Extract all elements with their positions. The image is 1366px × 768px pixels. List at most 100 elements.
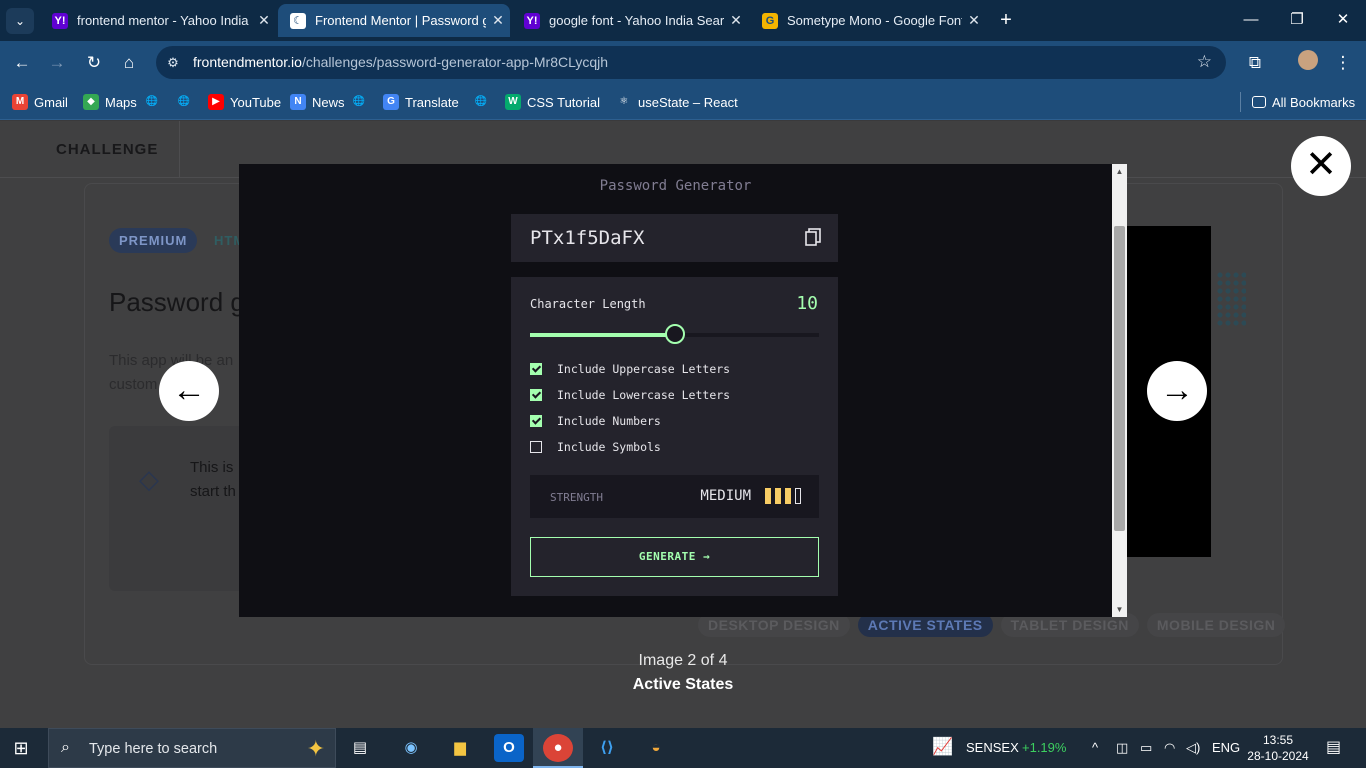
show-hidden-icons-chevron-icon[interactable]: ^ [1092, 740, 1098, 755]
checkbox[interactable] [530, 363, 542, 375]
scroll-down-icon[interactable]: ▼ [1112, 602, 1127, 617]
bookmark-star-icon[interactable]: ☆ [1197, 52, 1212, 72]
system-clock[interactable]: 13:55 28-10-2024 [1240, 732, 1316, 764]
browser-tab[interactable]: Y! frontend mentor - Yahoo India S ✕ [40, 4, 276, 37]
length-slider[interactable] [530, 324, 819, 344]
extensions-puzzle-icon[interactable]: ⧉ [1242, 50, 1268, 76]
stock-chart-icon[interactable]: 📈 [932, 737, 953, 757]
windows-start-icon[interactable]: ⊞ [10, 738, 32, 758]
option-numbers[interactable]: Include Numbers [530, 413, 661, 429]
outlook-icon[interactable]: O [494, 734, 524, 762]
next-image-arrow-icon[interactable]: → [1147, 361, 1207, 421]
bookmark-item[interactable]: 🌐 [351, 92, 373, 112]
option-symbols[interactable]: Include Symbols [530, 439, 661, 455]
scrollbar-thumb[interactable] [1114, 226, 1125, 531]
bookmarks-divider [1240, 92, 1241, 112]
option-lowercase[interactable]: Include Lowercase Letters [530, 387, 730, 403]
new-tab-plus-icon[interactable]: + [994, 9, 1018, 33]
restore-icon[interactable]: ❐ [1274, 8, 1320, 32]
diamond-icon: ◇ [139, 464, 159, 494]
browser-tab-active[interactable]: ☾ Frontend Mentor | Password ge ✕ [278, 4, 510, 37]
close-tab-icon[interactable]: ✕ [486, 12, 510, 29]
vscode-icon[interactable]: ⟨⟩ [592, 734, 622, 762]
strength-value: MEDIUM [700, 488, 751, 504]
generated-password: PTx1f5DaFX [530, 227, 645, 249]
battery-icon[interactable]: ▭ [1140, 740, 1152, 756]
generate-button[interactable]: GENERATE → [530, 537, 819, 577]
bookmark-item[interactable]: ◆ Maps [83, 92, 137, 112]
password-display: PTx1f5DaFX [511, 214, 838, 262]
bookmark-item[interactable]: ⚛ useState – React [616, 92, 738, 112]
tab-title: frontend mentor - Yahoo India S [77, 13, 252, 28]
bookmark-item[interactable]: ▶ YouTube [208, 92, 281, 112]
chrome-menu-icon[interactable]: ⋮ [1330, 50, 1356, 76]
slider-thumb[interactable] [664, 324, 685, 344]
close-lightbox-icon[interactable]: ✕ [1291, 136, 1351, 196]
copy-icon[interactable] [805, 228, 821, 246]
bookmark-label: useState – React [638, 94, 738, 110]
close-tab-icon[interactable]: ✕ [724, 12, 748, 29]
checkbox[interactable] [530, 389, 542, 401]
lightbox-scrollbar[interactable]: ▲ ▼ [1112, 164, 1127, 617]
bookmark-label: News [312, 94, 345, 110]
bookmark-label: Maps [105, 94, 137, 110]
chrome-taskbar-active[interactable]: ● [533, 728, 583, 768]
back-arrow-icon[interactable]: ← [9, 50, 35, 76]
url-text: frontendmentor.io/challenges/password-ge… [193, 54, 608, 70]
meet-now-icon[interactable]: ◫ [1116, 740, 1128, 756]
close-tab-icon[interactable]: ✕ [252, 12, 276, 29]
bookmark-favicon-icon: ▶ [208, 94, 224, 110]
volume-icon[interactable]: ◁) [1186, 740, 1200, 756]
home-icon[interactable]: ⌂ [116, 50, 142, 76]
strength-bar [795, 488, 801, 504]
window-close-icon[interactable]: ✕ [1320, 8, 1366, 32]
previous-image-arrow-icon[interactable]: ← [159, 361, 219, 421]
bookmark-label: Gmail [34, 94, 68, 110]
search-placeholder: Type here to search [89, 741, 218, 757]
bookmark-item[interactable]: N News [290, 92, 345, 112]
notifications-icon[interactable]: ▤ [1326, 737, 1341, 757]
sensex-label[interactable]: SENSEX [966, 740, 1019, 755]
reload-icon[interactable]: ↻ [81, 50, 107, 76]
browser-tab[interactable]: G Sometype Mono - Google Fonts ✕ [750, 4, 986, 37]
bookmark-item[interactable]: M Gmail [12, 92, 68, 112]
browser-tab-strip: ⌄ Y! frontend mentor - Yahoo India S ✕ ☾… [0, 0, 1366, 41]
bookmark-item[interactable]: W CSS Tutorial [505, 92, 600, 112]
copilot-icon[interactable]: ◉ [396, 734, 426, 762]
forward-arrow-icon[interactable]: → [44, 50, 70, 76]
task-view-icon[interactable]: ▤ [345, 734, 375, 762]
search-icon: ⌕ [61, 739, 70, 756]
checkbox[interactable] [530, 415, 542, 427]
bookmark-favicon-icon: 🌐 [473, 94, 489, 110]
bookmark-item[interactable]: G Translate [383, 92, 459, 112]
app-icon[interactable]: ◒ [641, 734, 671, 762]
bookmark-item[interactable]: 🌐 [144, 92, 166, 112]
site-settings-icon[interactable]: ⚙ [164, 54, 182, 72]
taskbar-search[interactable]: ⌕ Type here to search ✦ [48, 728, 336, 768]
profile-avatar[interactable] [1295, 50, 1321, 76]
checkbox[interactable] [530, 441, 542, 453]
file-explorer-icon[interactable]: ▆ [445, 734, 475, 762]
bookmark-item[interactable]: 🌐 [176, 92, 198, 112]
wifi-icon[interactable]: ◠ [1164, 740, 1175, 756]
design-tab-mobile[interactable]: MOBILE DESIGN [1146, 613, 1286, 637]
character-length-label: Character Length [530, 297, 646, 311]
bookmark-favicon-icon: 🌐 [176, 94, 192, 110]
bookmark-label: CSS Tutorial [527, 94, 600, 110]
yahoo-favicon-icon: Y! [524, 12, 540, 29]
slider-fill [530, 333, 675, 337]
all-bookmarks-button[interactable]: All Bookmarks [1252, 92, 1355, 112]
sensex-change: +1.19% [1022, 740, 1067, 755]
input-language[interactable]: ENG [1212, 740, 1240, 755]
close-tab-icon[interactable]: ✕ [962, 12, 986, 29]
minimize-icon[interactable]: — [1228, 8, 1274, 32]
browser-tab[interactable]: Y! google font - Yahoo India Searc ✕ [512, 4, 748, 37]
challenge-header-label[interactable]: CHALLENGE [30, 121, 180, 178]
tab-search-chevron-icon[interactable]: ⌄ [6, 8, 34, 34]
bookmarks-bar: All Bookmarks M Gmail ◆ Maps 🌐 🌐 ▶ YouTube N News… [0, 84, 1366, 120]
address-bar[interactable]: ⚙ frontendmentor.io/challenges/password-… [156, 46, 1226, 79]
bookmark-item[interactable]: 🌐 [473, 92, 495, 112]
option-uppercase[interactable]: Include Uppercase Letters [530, 361, 730, 377]
image-counter: Image 2 of 4 [638, 652, 728, 669]
scroll-up-icon[interactable]: ▲ [1112, 164, 1127, 179]
